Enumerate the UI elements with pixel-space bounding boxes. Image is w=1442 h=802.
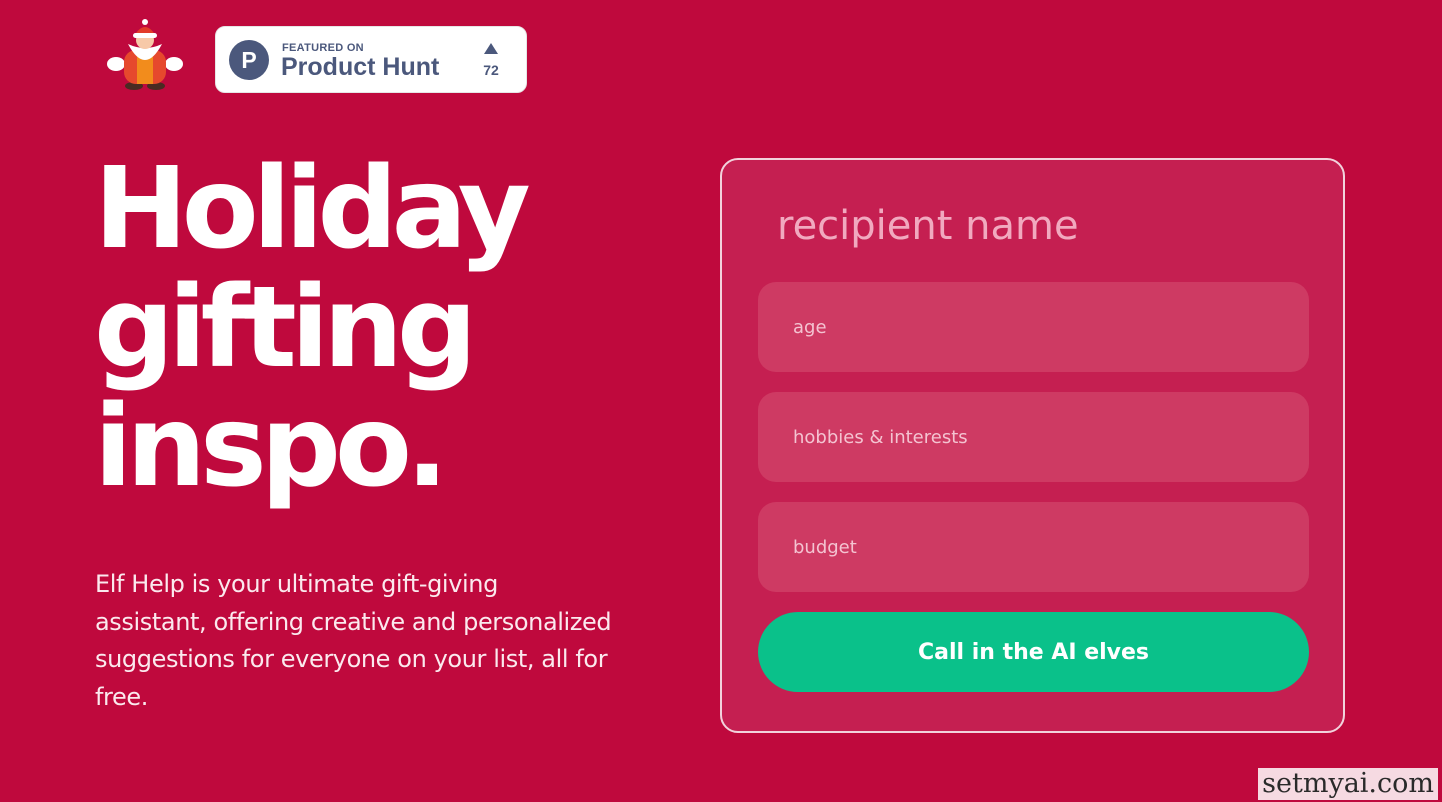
product-hunt-name: Product Hunt xyxy=(281,53,440,81)
gift-form-card: Call in the AI elves xyxy=(720,158,1345,733)
hobbies-input[interactable] xyxy=(758,392,1309,482)
submit-button[interactable]: Call in the AI elves xyxy=(758,612,1309,692)
headline-line-3: inspo. xyxy=(94,382,448,512)
product-hunt-badge[interactable]: P FEATURED ON Product Hunt 72 xyxy=(215,26,527,93)
age-input[interactable] xyxy=(758,282,1309,372)
product-hunt-logo-icon: P xyxy=(229,40,269,80)
hero-headline: Holiday gifting inspo. xyxy=(94,150,654,507)
upvote-count: 72 xyxy=(483,62,499,78)
hero-description: Elf Help is your ultimate gift-giving as… xyxy=(95,570,612,711)
santa-elf-icon[interactable] xyxy=(104,18,186,92)
headline-line-2: gifting xyxy=(94,263,477,393)
recipient-name-input[interactable] xyxy=(777,198,1297,254)
upvote-arrow-icon xyxy=(484,43,498,54)
product-hunt-logo-letter: P xyxy=(241,46,257,73)
budget-input[interactable] xyxy=(758,502,1309,592)
headline-line-1: Holiday xyxy=(94,144,531,274)
watermark: setmyai.com xyxy=(1258,768,1438,800)
